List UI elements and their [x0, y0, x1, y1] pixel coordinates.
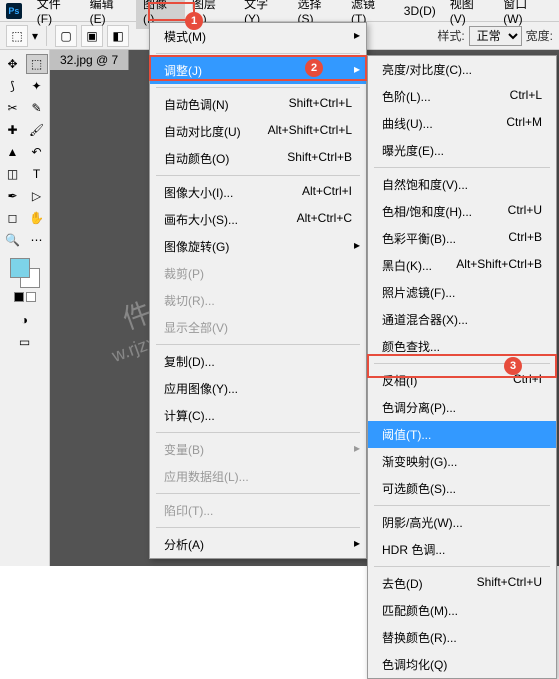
menu-item: 应用数据组(L)...: [150, 463, 366, 490]
submenu-item[interactable]: 匹配颜色(M)...: [368, 597, 556, 624]
menu-item: 显示全部(V): [150, 314, 366, 341]
hand-tool-icon[interactable]: ✋: [26, 208, 48, 228]
move-tool-icon[interactable]: ✥: [2, 54, 24, 74]
screenmode-icon[interactable]: ▭: [14, 332, 36, 352]
lasso-tool-icon[interactable]: ⟆: [2, 76, 24, 96]
annotation-3: 3: [504, 357, 522, 375]
submenu-item[interactable]: 色彩平衡(B)...Ctrl+B: [368, 225, 556, 252]
submenu-item[interactable]: 替换颜色(R)...: [368, 624, 556, 651]
menu-item[interactable]: 画布大小(S)...Alt+Ctrl+C: [150, 206, 366, 233]
submenu-item[interactable]: HDR 色调...: [368, 536, 556, 563]
ps-logo: Ps: [6, 3, 22, 19]
width-label: 宽度:: [526, 27, 553, 44]
wand-tool-icon[interactable]: ✦: [26, 76, 48, 96]
menubar: Ps 文件(F) 编辑(E) 图像(I) 图层(L) 文字(Y) 选择(S) 滤…: [0, 0, 559, 22]
type-tool-icon[interactable]: T: [26, 164, 48, 184]
menu-item[interactable]: 应用图像(Y)...: [150, 375, 366, 402]
submenu-item[interactable]: 反相(I)Ctrl+I: [368, 367, 556, 394]
eyedrop-tool-icon[interactable]: ✎: [26, 98, 48, 118]
menu-item[interactable]: 自动色调(N)Shift+Ctrl+L: [150, 91, 366, 118]
menu-item[interactable]: 分析(A)▸: [150, 531, 366, 558]
stamp-tool-icon[interactable]: ▲: [2, 142, 24, 162]
image-menu-dropdown: 模式(M)▸ 调整(J)▸ 自动色调(N)Shift+Ctrl+L自动对比度(U)A…: [149, 22, 367, 559]
annotation-2: 2: [305, 59, 323, 77]
crop-tool-icon[interactable]: ✂: [2, 98, 24, 118]
submenu-item[interactable]: 照片滤镜(F)...: [368, 279, 556, 306]
menu-item: 变量(B)▸: [150, 436, 366, 463]
marquee-tool-icon[interactable]: ⬚: [26, 54, 48, 74]
menu-item[interactable]: 图像旋转(G)▸: [150, 233, 366, 260]
menu-item[interactable]: 图像大小(I)...Alt+Ctrl+I: [150, 179, 366, 206]
menu-item: 陷印(T)...: [150, 497, 366, 524]
document-tab[interactable]: 32.jpg @ 7: [50, 50, 129, 70]
submenu-item[interactable]: 自然饱和度(V)...: [368, 171, 556, 198]
history-tool-icon[interactable]: ↶: [26, 142, 48, 162]
dropdown-indicator: ▾: [32, 29, 38, 43]
submenu-item[interactable]: 通道混合器(X)...: [368, 306, 556, 333]
pen-tool-icon[interactable]: ✒: [2, 186, 24, 206]
menu-item[interactable]: 自动颜色(O)Shift+Ctrl+B: [150, 145, 366, 172]
path-tool-icon[interactable]: ▷: [26, 186, 48, 206]
submenu-item[interactable]: 亮度/对比度(C)...: [368, 56, 556, 83]
menu-item[interactable]: 模式(M)▸: [150, 23, 366, 50]
submenu-item[interactable]: 曝光度(E)...: [368, 137, 556, 164]
more-tool-icon[interactable]: ⋯: [26, 230, 48, 250]
submenu-item[interactable]: 颜色查找...: [368, 333, 556, 360]
menu-item: 裁切(R)...: [150, 287, 366, 314]
menu-item[interactable]: 复制(D)...: [150, 348, 366, 375]
color-swatch[interactable]: [10, 258, 40, 288]
marquee-icon[interactable]: ⬚: [6, 25, 28, 47]
menu-edit[interactable]: 编辑(E): [83, 0, 136, 29]
submenu-item[interactable]: 渐变映射(G)...: [368, 448, 556, 475]
eraser-tool-icon[interactable]: ◫: [2, 164, 24, 184]
submenu-item[interactable]: 色相/饱和度(H)...Ctrl+U: [368, 198, 556, 225]
brush-tool-icon[interactable]: 🖌: [26, 120, 48, 140]
menu-item[interactable]: 计算(C)...: [150, 402, 366, 429]
shape-tool-icon[interactable]: ◻: [2, 208, 24, 228]
annotation-1: 1: [185, 12, 203, 30]
menu-file[interactable]: 文件(F): [30, 0, 83, 29]
submenu-item[interactable]: 色调分离(P)...: [368, 394, 556, 421]
quickmask-icon[interactable]: ◑: [14, 310, 36, 330]
submenu-item[interactable]: 色阶(L)...Ctrl+L: [368, 83, 556, 110]
zoom-tool-icon[interactable]: 🔍: [2, 230, 24, 250]
menu-window[interactable]: 窗口(W): [496, 0, 553, 29]
submenu-item[interactable]: 阴影/高光(W)...: [368, 509, 556, 536]
submenu-item[interactable]: 曲线(U)...Ctrl+M: [368, 110, 556, 137]
submenu-item[interactable]: 黑白(K)...Alt+Shift+Ctrl+B: [368, 252, 556, 279]
submenu-item[interactable]: 可选颜色(S)...: [368, 475, 556, 502]
menu-item[interactable]: 调整(J)▸: [150, 57, 366, 84]
style-label: 样式:: [437, 27, 464, 44]
submenu-item[interactable]: 去色(D)Shift+Ctrl+U: [368, 570, 556, 597]
submenu-item[interactable]: 阈值(T)...: [368, 421, 556, 448]
adjustments-submenu: 亮度/对比度(C)...色阶(L)...Ctrl+L曲线(U)...Ctrl+M…: [367, 55, 557, 679]
heal-tool-icon[interactable]: ✚: [2, 120, 24, 140]
menu-item: 裁剪(P): [150, 260, 366, 287]
menu-view[interactable]: 视图(V): [443, 0, 496, 29]
menu-3d[interactable]: 3D(D): [397, 1, 443, 21]
submenu-item[interactable]: 色调均化(Q): [368, 651, 556, 678]
menu-item[interactable]: 自动对比度(U)Alt+Shift+Ctrl+L: [150, 118, 366, 145]
tools-panel: ✥⬚ ⟆✦ ✂✎ ✚🖌 ▲↶ ◫T ✒▷ ◻✋ 🔍⋯ ◑ ▭: [0, 50, 50, 566]
